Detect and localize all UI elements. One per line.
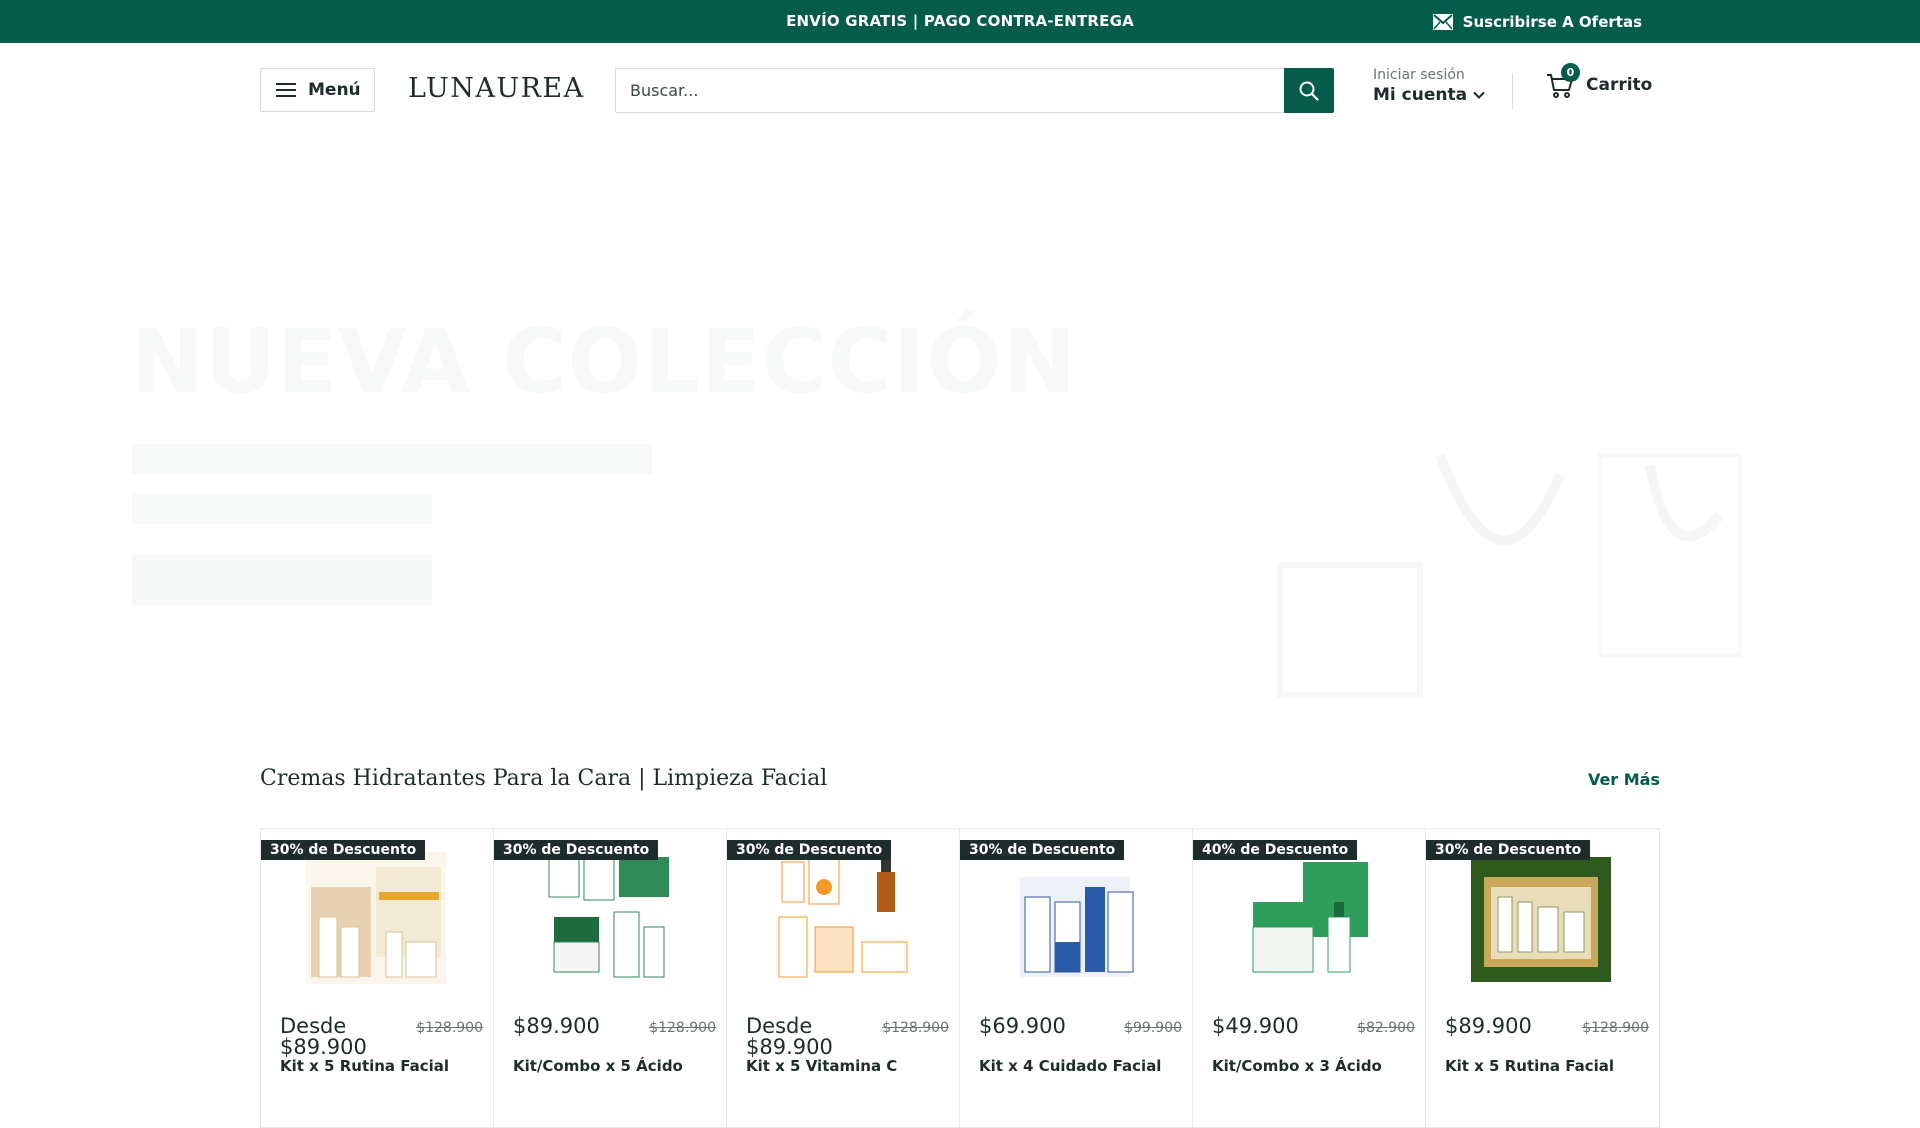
product-name[interactable]: Kit x 5 Rutina Facial — [1445, 1055, 1649, 1077]
product-price: $49.900 — [1212, 1014, 1299, 1038]
search-input[interactable] — [615, 68, 1284, 113]
product-price: $89.900 — [513, 1014, 600, 1038]
search-form — [615, 68, 1334, 113]
product-old-price: $128.900 — [882, 1020, 949, 1036]
cart-count-badge: 0 — [1561, 63, 1580, 82]
product-old-price: $128.900 — [416, 1020, 483, 1036]
discount-badge: 40% de Descuento — [1193, 840, 1358, 860]
product-name[interactable]: Kit/Combo x 3 Ácido — [1212, 1055, 1415, 1077]
product-old-price: $99.900 — [1124, 1020, 1182, 1036]
header-divider — [1512, 73, 1513, 109]
product-card[interactable]: 40% de Descuento $49.900 $82.900 Kit/Com… — [1193, 829, 1426, 1127]
product-image[interactable] — [301, 847, 451, 987]
discount-badge: 30% de Descuento — [727, 840, 892, 860]
account-menu[interactable]: Iniciar sesión Mi cuenta — [1373, 67, 1485, 105]
product-old-price: $128.900 — [649, 1020, 716, 1036]
menu-label: Menú — [308, 80, 361, 100]
search-icon — [1299, 81, 1319, 101]
hero-subtitle-placeholder — [132, 430, 652, 524]
product-image[interactable] — [767, 847, 917, 987]
discount-badge: 30% de Descuento — [960, 840, 1125, 860]
product-old-price: $128.900 — [1582, 1020, 1649, 1036]
envelope-icon — [1432, 13, 1453, 30]
newsletter-label: Suscribirse A Ofertas — [1462, 12, 1642, 31]
discount-badge: 30% de Descuento — [1426, 840, 1591, 860]
account-label: Mi cuenta — [1373, 85, 1468, 105]
announcement-bar: ENVÍO GRATIS | PAGO CONTRA-ENTREGA Suscr… — [0, 0, 1920, 43]
see-more-link[interactable]: Ver Más — [1588, 770, 1660, 789]
discount-badge: 30% de Descuento — [494, 840, 659, 860]
discount-badge: 30% de Descuento — [261, 840, 426, 860]
product-name[interactable]: Kit x 5 Rutina Facial — [280, 1055, 483, 1077]
product-grid: 30% de Descuento Desde $89.900 $128.900 … — [260, 828, 1660, 1128]
site-header: Menú LUNAUREA Iniciar sesión Mi cuenta — [0, 43, 1920, 135]
product-card[interactable]: 30% de Descuento Desde $89.900 $128.900 … — [261, 829, 494, 1127]
hero-title: NUEVA COLECCIÓN — [130, 310, 1078, 413]
chevron-down-icon — [1473, 91, 1485, 99]
product-price: $89.900 — [1445, 1014, 1532, 1038]
hero-cta-button[interactable] — [132, 555, 432, 605]
hero-product-image — [1277, 453, 1742, 698]
menu-button[interactable]: Menú — [260, 68, 375, 112]
hamburger-icon — [276, 83, 296, 97]
product-price: Desde $89.900 — [746, 1014, 833, 1059]
product-image[interactable] — [1233, 847, 1383, 987]
product-card[interactable]: 30% de Descuento $89.900 $128.900 Kit/Co… — [494, 829, 727, 1127]
cart-label: Carrito — [1586, 75, 1653, 95]
product-old-price: $82.900 — [1357, 1020, 1415, 1036]
product-image[interactable] — [1000, 847, 1150, 987]
product-card[interactable]: 30% de Descuento Desde $89.900 $128.900 … — [727, 829, 960, 1127]
site-logo[interactable]: LUNAUREA — [408, 73, 585, 104]
cart-link[interactable]: 0 Carrito — [1546, 63, 1653, 99]
product-name[interactable]: Kit x 5 Vitamina C — [746, 1055, 949, 1077]
product-price: Desde $89.900 — [280, 1014, 367, 1059]
search-button[interactable] — [1284, 68, 1334, 113]
product-image[interactable] — [534, 847, 684, 987]
product-name[interactable]: Kit x 4 Cuidado Facial — [979, 1055, 1182, 1077]
product-card[interactable]: 30% de Descuento $69.900 $99.900 Kit x 4… — [960, 829, 1193, 1127]
product-price: $69.900 — [979, 1014, 1066, 1038]
product-image[interactable] — [1466, 847, 1616, 987]
login-label: Iniciar sesión — [1373, 67, 1465, 83]
collection-title: Cremas Hidratantes Para la Cara | Limpie… — [260, 766, 828, 791]
hero-banner[interactable]: NUEVA COLECCIÓN — [0, 135, 1920, 745]
collection-header: Cremas Hidratantes Para la Cara | Limpie… — [260, 766, 1660, 791]
product-name[interactable]: Kit/Combo x 5 Ácido — [513, 1055, 716, 1077]
product-card[interactable]: 30% de Descuento $89.900 $128.900 Kit x … — [1426, 829, 1659, 1127]
newsletter-link[interactable]: Suscribirse A Ofertas — [1432, 0, 1642, 43]
